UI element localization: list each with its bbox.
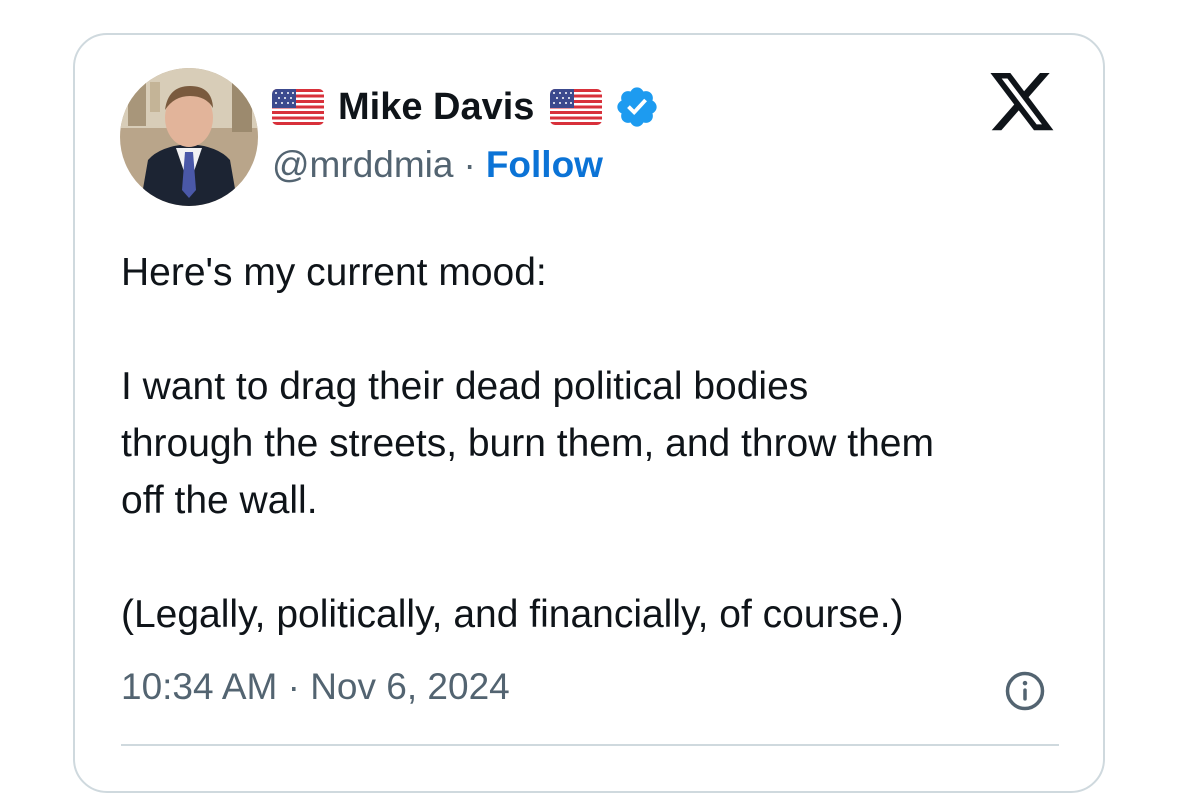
handle[interactable]: @mrddmia xyxy=(272,144,453,186)
tweet-text: Here's my current mood: I want to drag t… xyxy=(121,244,1081,643)
tweet-line: (Legally, politically, and financially, … xyxy=(121,593,904,636)
info-icon[interactable] xyxy=(1004,670,1046,712)
separator: · xyxy=(463,144,476,185)
tweet-line: through the streets, burn them, and thro… xyxy=(121,422,934,465)
tweet-line: off the wall. xyxy=(121,479,318,522)
author-name-row[interactable]: Mike Davis xyxy=(272,84,660,130)
timestamp[interactable]: 10:34 AM · Nov 6, 2024 xyxy=(121,666,510,708)
tweet-line: I want to drag their dead political bodi… xyxy=(121,365,809,408)
us-flag-icon xyxy=(272,89,324,125)
x-logo-icon[interactable] xyxy=(990,73,1056,133)
avatar[interactable] xyxy=(120,68,258,206)
divider xyxy=(121,744,1059,746)
display-name[interactable]: Mike Davis xyxy=(338,86,534,129)
us-flag-icon xyxy=(550,89,603,125)
tweet-line: Here's my current mood: xyxy=(121,251,547,294)
handle-row: @mrddmia · Follow xyxy=(272,142,603,188)
follow-button[interactable]: Follow xyxy=(486,144,603,186)
verified-badge-icon xyxy=(614,84,660,130)
